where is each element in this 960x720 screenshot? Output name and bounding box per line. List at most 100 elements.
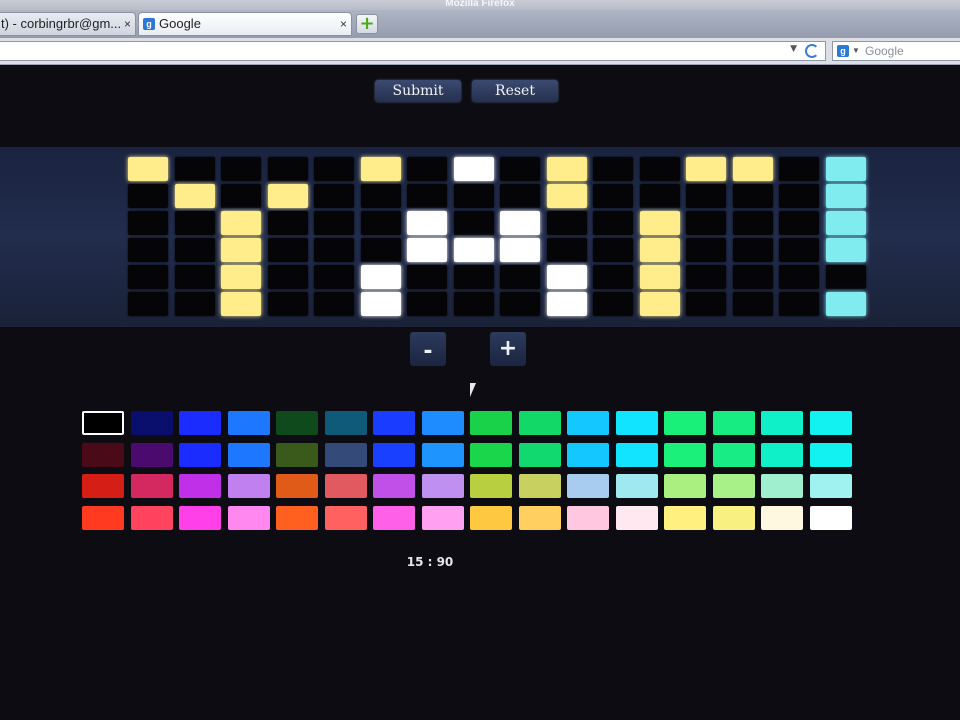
- grid-cell[interactable]: [314, 238, 354, 262]
- grid-cell[interactable]: [500, 292, 540, 316]
- grid-cell[interactable]: [825, 265, 866, 289]
- color-swatch[interactable]: [615, 411, 658, 435]
- color-swatch[interactable]: [567, 474, 609, 498]
- color-swatch[interactable]: [518, 505, 561, 530]
- google-icon[interactable]: g: [837, 45, 849, 57]
- grid-cell[interactable]: [546, 292, 587, 316]
- grid-cell[interactable]: [732, 157, 773, 181]
- grid-cell[interactable]: [314, 184, 354, 208]
- color-swatch[interactable]: [664, 411, 706, 435]
- grid-cell[interactable]: [221, 184, 261, 208]
- grid-cell[interactable]: [639, 238, 680, 262]
- close-icon[interactable]: ×: [340, 13, 347, 35]
- minus-button[interactable]: -: [410, 332, 446, 366]
- grid-cell[interactable]: [174, 211, 215, 235]
- color-swatch[interactable]: [615, 505, 658, 530]
- grid-cell[interactable]: [546, 265, 587, 289]
- color-swatch[interactable]: [518, 442, 561, 467]
- grid-cell[interactable]: [221, 157, 261, 181]
- grid-cell[interactable]: [360, 211, 401, 235]
- color-swatch[interactable]: [567, 442, 609, 467]
- grid-cell[interactable]: [593, 265, 633, 289]
- grid-cell[interactable]: [360, 238, 401, 262]
- color-swatch[interactable]: [227, 442, 270, 467]
- color-swatch[interactable]: [276, 505, 318, 530]
- color-swatch[interactable]: [712, 474, 755, 498]
- grid-cell[interactable]: [128, 184, 168, 208]
- color-swatch[interactable]: [664, 442, 706, 467]
- color-swatch[interactable]: [82, 505, 124, 530]
- grid-cell[interactable]: [174, 157, 215, 181]
- color-swatch[interactable]: [761, 442, 803, 467]
- color-swatch[interactable]: [470, 505, 512, 530]
- grid-cell[interactable]: [314, 292, 354, 316]
- color-swatch[interactable]: [615, 442, 658, 467]
- grid-cell[interactable]: [825, 238, 866, 262]
- grid-cell[interactable]: [500, 238, 540, 262]
- color-swatch[interactable]: [373, 505, 415, 530]
- grid-cell[interactable]: [360, 184, 401, 208]
- color-swatch[interactable]: [373, 442, 415, 467]
- color-swatch[interactable]: [567, 505, 609, 530]
- grid-cell[interactable]: [174, 184, 215, 208]
- reset-button[interactable]: Reset: [472, 80, 558, 102]
- grid-cell[interactable]: [174, 238, 215, 262]
- color-swatch[interactable]: [227, 411, 270, 435]
- color-swatch[interactable]: [324, 442, 367, 467]
- color-swatch[interactable]: [761, 474, 803, 498]
- color-swatch[interactable]: [276, 411, 318, 435]
- color-swatch[interactable]: [276, 442, 318, 467]
- grid-cell[interactable]: [453, 157, 494, 181]
- grid-cell[interactable]: [825, 184, 866, 208]
- grid-cell[interactable]: [639, 265, 680, 289]
- dropdown-icon[interactable]: ▼: [790, 44, 797, 54]
- color-swatch[interactable]: [664, 474, 706, 498]
- grid-cell[interactable]: [593, 157, 633, 181]
- grid-cell[interactable]: [453, 184, 494, 208]
- grid-cell[interactable]: [593, 292, 633, 316]
- color-swatch[interactable]: [809, 505, 852, 530]
- grid-cell[interactable]: [732, 238, 773, 262]
- grid-cell[interactable]: [732, 292, 773, 316]
- grid-cell[interactable]: [686, 184, 726, 208]
- color-swatch[interactable]: [567, 411, 609, 435]
- color-swatch[interactable]: [712, 442, 755, 467]
- grid-cell[interactable]: [221, 292, 261, 316]
- grid-cell[interactable]: [825, 157, 866, 181]
- color-swatch[interactable]: [82, 474, 124, 498]
- grid-cell[interactable]: [267, 157, 308, 181]
- grid-cell[interactable]: [407, 211, 447, 235]
- color-swatch[interactable]: [470, 411, 512, 435]
- grid-cell[interactable]: [314, 157, 354, 181]
- color-swatch[interactable]: [421, 505, 464, 530]
- grid-cell[interactable]: [732, 184, 773, 208]
- grid-cell[interactable]: [639, 184, 680, 208]
- grid-cell[interactable]: [546, 184, 587, 208]
- grid-cell[interactable]: [267, 265, 308, 289]
- grid-cell[interactable]: [546, 157, 587, 181]
- grid-cell[interactable]: [407, 184, 447, 208]
- color-swatch[interactable]: [227, 505, 270, 530]
- color-swatch[interactable]: [809, 474, 852, 498]
- color-swatch[interactable]: [373, 474, 415, 498]
- grid-cell[interactable]: [360, 292, 401, 316]
- grid-cell[interactable]: [639, 157, 680, 181]
- chevron-down-icon[interactable]: ▼: [852, 42, 860, 60]
- refresh-icon[interactable]: [805, 44, 819, 58]
- grid-cell[interactable]: [128, 292, 168, 316]
- grid-cell[interactable]: [779, 184, 819, 208]
- grid-cell[interactable]: [779, 211, 819, 235]
- grid-cell[interactable]: [639, 211, 680, 235]
- grid-cell[interactable]: [174, 265, 215, 289]
- grid-cell[interactable]: [686, 211, 726, 235]
- color-swatch[interactable]: [809, 411, 852, 435]
- color-swatch[interactable]: [324, 411, 367, 435]
- color-swatch[interactable]: [421, 442, 464, 467]
- url-bar[interactable]: ▼: [0, 41, 826, 61]
- color-swatch[interactable]: [324, 505, 367, 530]
- grid-cell[interactable]: [779, 292, 819, 316]
- grid-cell[interactable]: [314, 265, 354, 289]
- color-swatch[interactable]: [130, 474, 173, 498]
- grid-cell[interactable]: [267, 238, 308, 262]
- grid-cell[interactable]: [128, 265, 168, 289]
